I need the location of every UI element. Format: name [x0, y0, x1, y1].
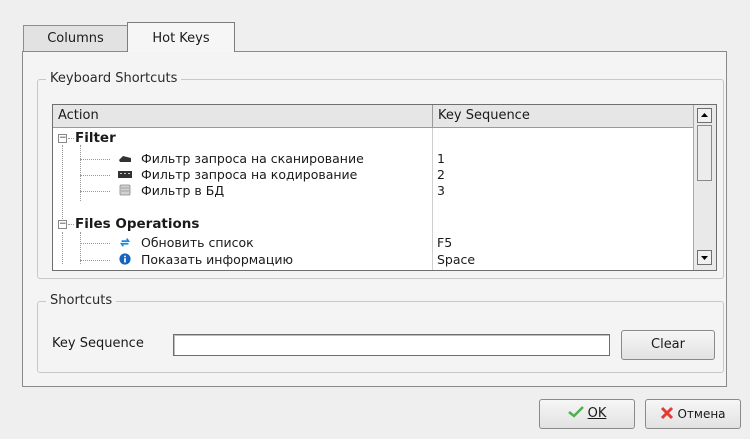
collapse-icon[interactable]: − — [58, 134, 67, 143]
list-item[interactable]: Фильтр запроса на кодирование 2 — [53, 167, 693, 183]
list-item[interactable]: Фильтр в БД 3 — [53, 183, 693, 199]
key-sequence-value: 2 — [437, 167, 445, 182]
key-sequence-value: 3 — [437, 183, 445, 198]
tab-hot-keys[interactable]: Hot Keys — [127, 22, 235, 52]
column-header-key-sequence[interactable]: Key Sequence — [438, 108, 530, 123]
scroll-thumb[interactable] — [697, 125, 712, 181]
action-label: Обновить список — [141, 235, 254, 250]
tab-columns-label: Columns — [47, 31, 104, 46]
key-sequence-value: 1 — [437, 151, 445, 166]
scanner-icon — [119, 156, 131, 162]
key-sequence-value: F5 — [437, 235, 453, 250]
action-label: Показать информацию — [141, 252, 293, 267]
check-icon — [567, 406, 584, 418]
vertical-scrollbar[interactable] — [693, 105, 716, 270]
ok-button[interactable]: OK — [539, 399, 635, 429]
database-icon — [119, 184, 131, 196]
refresh-icon — [119, 238, 131, 247]
action-label: Фильтр в БД — [141, 183, 225, 198]
action-label: Фильтр запроса на сканирование — [141, 151, 364, 166]
key-sequence-label: Key Sequence — [52, 336, 144, 351]
group-label-filter: Filter — [75, 130, 116, 146]
cross-icon — [661, 406, 674, 420]
scroll-up-button[interactable] — [697, 108, 712, 123]
list-item[interactable]: Обновить список F5 — [53, 235, 693, 251]
list-item[interactable]: Фильтр запроса на сканирование 1 — [53, 151, 693, 167]
key-sequence-input[interactable] — [173, 334, 610, 356]
keyboard-icon — [118, 171, 132, 178]
shortcuts-table[interactable]: Action Key Sequence − Filter Фильтр запр… — [52, 104, 717, 271]
table-header: Action Key Sequence — [53, 105, 693, 128]
cancel-button[interactable]: Отмена — [645, 399, 741, 429]
clear-button[interactable]: Clear — [621, 330, 715, 360]
shortcuts-title: Shortcuts — [46, 293, 117, 308]
collapse-icon[interactable]: − — [58, 220, 67, 229]
column-header-action[interactable]: Action — [58, 108, 99, 123]
keyboard-shortcuts-title: Keyboard Shortcuts — [46, 71, 182, 86]
info-icon — [119, 253, 131, 265]
tab-columns[interactable]: Columns — [23, 25, 128, 51]
clear-button-label: Clear — [651, 337, 685, 352]
tree-group-files-operations[interactable]: − Files Operations — [53, 215, 693, 233]
group-label-files-operations: Files Operations — [75, 216, 200, 232]
scroll-down-button[interactable] — [697, 250, 712, 265]
tab-hot-keys-label: Hot Keys — [152, 31, 210, 46]
list-item[interactable]: Показать информацию Space — [53, 252, 693, 268]
ok-button-label: OK — [587, 406, 607, 421]
cancel-button-label: Отмена — [677, 407, 726, 421]
tree-group-filter[interactable]: − Filter — [53, 130, 693, 146]
action-label: Фильтр запроса на кодирование — [141, 167, 358, 182]
key-sequence-value: Space — [437, 252, 476, 267]
arrow-up-icon — [701, 113, 708, 117]
arrow-down-icon — [701, 256, 708, 260]
